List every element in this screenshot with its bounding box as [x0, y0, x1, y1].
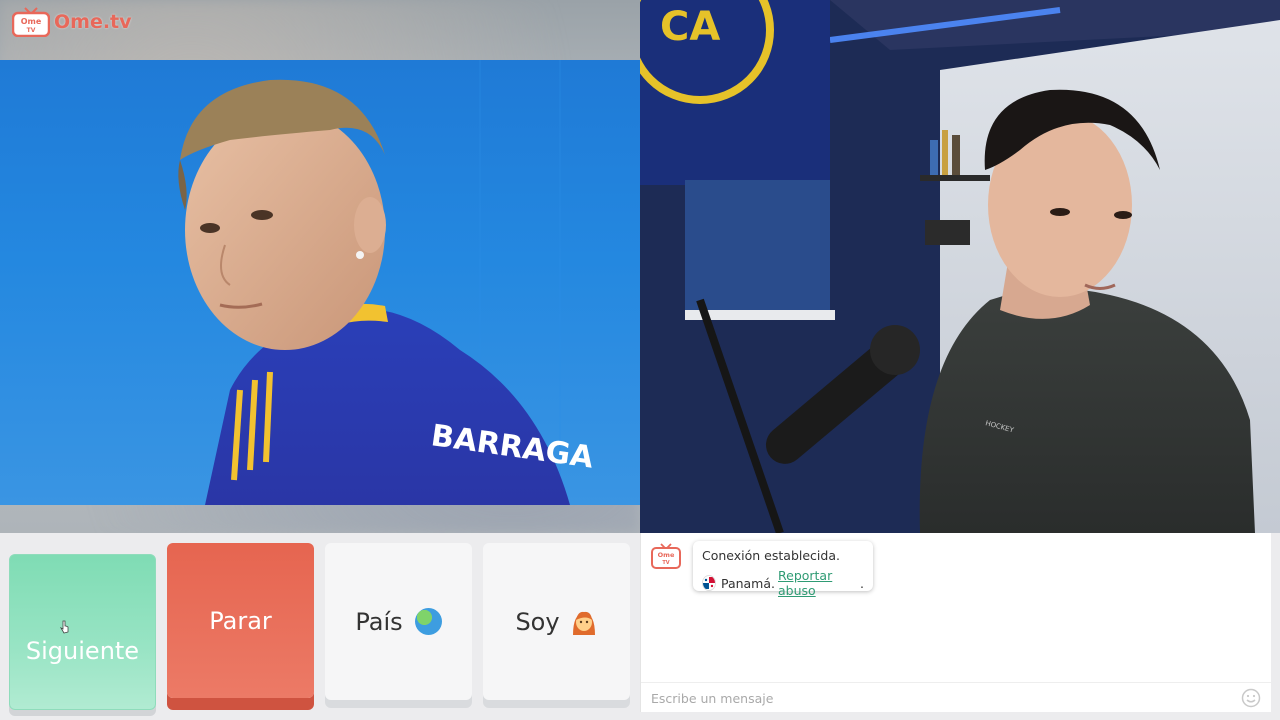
app-logo[interactable]: Ome TV Ome.tv: [12, 7, 132, 37]
connection-status-text: Conexión establecida.: [702, 548, 840, 563]
chat-panel: Ome TV Conexión establecida. Panamá. Rep…: [640, 533, 1272, 712]
panama-flag-icon: [702, 575, 716, 591]
message-input-row: [641, 682, 1272, 713]
logo-text: Ome.tv: [54, 11, 132, 33]
svg-text:Ome: Ome: [658, 551, 675, 559]
country-button[interactable]: País: [325, 543, 472, 700]
globe-icon: [414, 608, 442, 635]
svg-text:CA: CA: [660, 4, 720, 50]
self-video-area: CA HOCKEY: [640, 0, 1280, 533]
self-video-image: CA HOCKEY: [640, 0, 1280, 533]
country-line: Panamá. Reportar abuso.: [702, 568, 864, 598]
report-abuse-link[interactable]: Reportar abuso: [778, 568, 860, 598]
ometv-system-icon: Ome TV: [651, 543, 681, 569]
gender-button[interactable]: Soy: [483, 543, 630, 700]
stranger-video-area: Ome TV Ome.tv BARRAGA: [0, 0, 640, 533]
svg-text:TV: TV: [662, 560, 669, 566]
smiley-icon[interactable]: [1241, 688, 1261, 708]
tv-logo-icon: Ome TV: [12, 7, 50, 37]
chat-right-margin: [1271, 533, 1280, 720]
stranger-video-image: BARRAGA: [178, 60, 596, 505]
chat-bottom-margin: [640, 712, 1280, 720]
logo-badge-bottom: TV: [27, 27, 36, 34]
period-text: .: [860, 575, 864, 591]
next-button-label: Siguiente: [25, 637, 140, 665]
woman-emoji-icon: [572, 611, 595, 635]
stranger-video-frame: BARRAGA: [0, 60, 640, 505]
next-button[interactable]: Siguiente: [9, 554, 156, 710]
mouse-pointer-icon: [60, 620, 69, 634]
stop-button[interactable]: Parar: [167, 543, 314, 698]
system-message-bubble: Conexión establecida. Panamá. Reportar a…: [693, 541, 873, 598]
gender-button-label: Soy: [515, 607, 560, 636]
stop-button-label: Parar: [209, 606, 272, 635]
controls-panel: Siguiente Parar País Soy: [0, 533, 640, 720]
message-input[interactable]: [641, 689, 1241, 707]
country-button-label: País: [355, 607, 403, 636]
country-name: Panamá.: [720, 575, 775, 591]
logo-badge-top: Ome: [21, 17, 42, 26]
